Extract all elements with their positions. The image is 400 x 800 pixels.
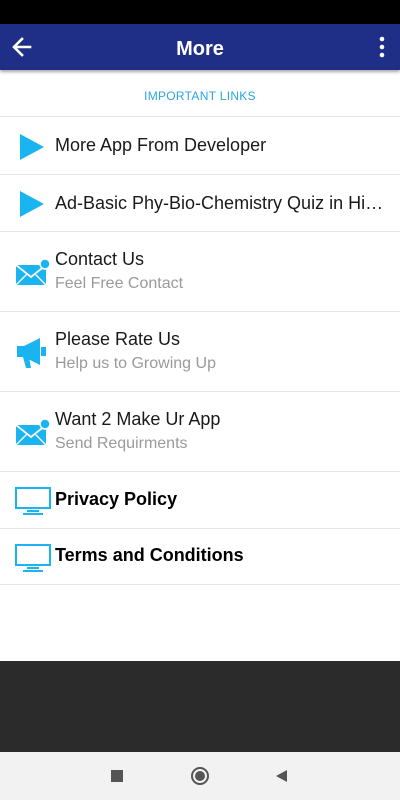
list-item-quiz-app[interactable]: Ad-Basic Phy-Bio-Chemistry Quiz in Hindi — [0, 175, 400, 232]
back-nav-icon[interactable] — [274, 769, 288, 783]
links-list: More App From Developer Ad-Basic Phy-Bio… — [0, 117, 400, 585]
list-item-title: Terms and Conditions — [55, 545, 244, 565]
list-item-make-app[interactable]: Want 2 Make Ur App Send Requirments — [0, 392, 400, 472]
home-icon[interactable] — [190, 766, 210, 786]
app-bar: More — [0, 24, 400, 70]
play-icon — [20, 134, 44, 160]
list-item-title: Contact Us — [55, 249, 145, 269]
mail-icon — [15, 418, 51, 446]
mail-icon — [15, 258, 51, 286]
recents-icon[interactable] — [110, 769, 124, 783]
section-header: IMPORTANT LINKS — [0, 70, 400, 117]
list-item-subtitle: Feel Free Contact — [55, 275, 184, 292]
list-item-title: Please Rate Us — [55, 329, 181, 349]
list-item-contact-us[interactable]: Contact Us Feel Free Contact — [0, 232, 400, 312]
list-item-title: Want 2 Make Ur App — [55, 409, 221, 429]
list-item-subtitle: Send Requirments — [55, 435, 188, 452]
monitor-icon — [15, 544, 51, 572]
list-item-more-apps[interactable]: More App From Developer — [0, 117, 400, 175]
list-item-rate-us[interactable]: Please Rate Us Help us to Growing Up — [0, 312, 400, 392]
megaphone-icon — [17, 338, 46, 368]
list-item-terms[interactable]: Terms and Conditions — [0, 529, 400, 585]
status-bar — [0, 0, 400, 24]
list-item-privacy-policy[interactable]: Privacy Policy — [0, 472, 400, 529]
list-item-subtitle: Help us to Growing Up — [55, 355, 216, 372]
system-nav-bar — [0, 752, 400, 800]
list-item-title: More App From Developer — [55, 135, 267, 155]
ad-banner-area — [0, 661, 400, 752]
more-options-icon[interactable] — [378, 36, 386, 58]
list-item-title: Privacy Policy — [55, 489, 178, 509]
page-title: More — [176, 38, 224, 60]
monitor-icon — [15, 487, 51, 515]
play-icon — [20, 191, 44, 217]
list-item-title: Ad-Basic Phy-Bio-Chemistry Quiz in Hindi — [55, 193, 385, 213]
